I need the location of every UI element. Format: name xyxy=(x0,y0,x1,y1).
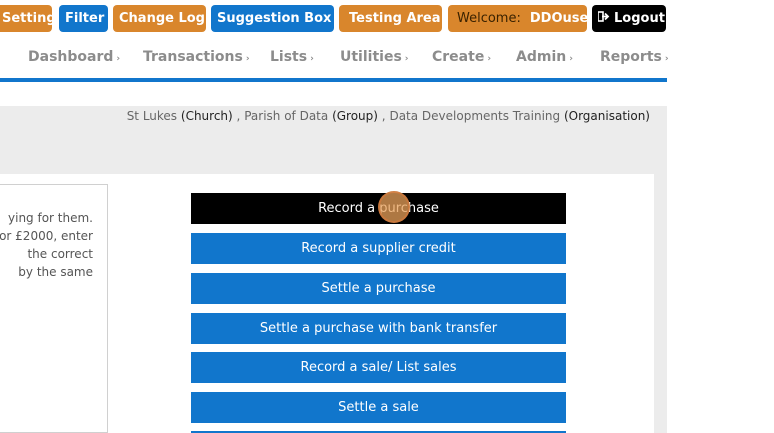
nav-label: Dashboard xyxy=(28,49,114,65)
chevron-right-icon: › xyxy=(116,54,121,64)
nav-reports[interactable]: Reports › xyxy=(600,49,669,65)
change-log-label: Change Log xyxy=(119,11,205,26)
content-area: St Lukes (Church) , Parish of Data (Grou… xyxy=(0,106,667,433)
top-toolbar: Settings Filter Change Log ! Suggestion … xyxy=(0,0,774,38)
username: DDOuser xyxy=(529,11,595,26)
chevron-right-icon: › xyxy=(404,54,409,64)
chevron-right-icon: › xyxy=(664,54,669,64)
settings-button[interactable]: Settings xyxy=(0,5,63,32)
church-name: St Lukes xyxy=(126,109,178,123)
click-indicator xyxy=(378,191,410,223)
help-text-line: by the same xyxy=(18,265,93,279)
filter-label: Filter xyxy=(65,11,105,26)
church-type: (Church) xyxy=(180,109,233,123)
logout-icon xyxy=(597,5,610,32)
nav-label: Create xyxy=(432,49,485,65)
nav-create[interactable]: Create › xyxy=(432,49,491,65)
help-text-line: ying for them. xyxy=(8,211,93,225)
change-log-button[interactable]: Change Log ! xyxy=(113,5,214,32)
org-type: (Organisation) xyxy=(563,109,650,123)
logout-button[interactable]: Logout xyxy=(592,5,666,32)
chevron-right-icon: › xyxy=(569,54,573,64)
settle-purchase-bank-transfer-button[interactable]: Settle a purchase with bank transfer xyxy=(191,313,566,344)
chevron-right-icon: › xyxy=(487,54,492,64)
filter-button[interactable]: Filter xyxy=(59,5,108,32)
church-link[interactable]: St Lukes (Church) xyxy=(127,109,233,123)
nav-transactions[interactable]: Transactions › xyxy=(143,49,250,65)
nav-label: Admin xyxy=(516,49,567,65)
logout-label: Logout xyxy=(614,11,665,26)
help-text-line: the correct xyxy=(27,247,93,261)
welcome-label: Welcome: xyxy=(457,11,521,26)
nav-admin[interactable]: Admin › xyxy=(516,49,573,65)
settings-label: Settings xyxy=(2,11,64,26)
nav-lists[interactable]: Lists › xyxy=(270,49,314,65)
record-sale-button[interactable]: Record a sale/ List sales xyxy=(191,352,566,383)
help-text-box: ying for them. for £2000, enter the corr… xyxy=(0,184,108,433)
main-panel: ying for them. for £2000, enter the corr… xyxy=(0,174,654,433)
nav-utilities[interactable]: Utilities › xyxy=(340,49,409,65)
suggestion-box-label: Suggestion Box xyxy=(217,11,332,26)
nav-label: Lists xyxy=(270,49,308,65)
nav-dashboard[interactable]: Dashboard › xyxy=(28,49,120,65)
nav-label: Utilities xyxy=(340,49,402,65)
chevron-right-icon: › xyxy=(245,54,250,64)
nav-label: Transactions xyxy=(143,49,243,65)
breadcrumb-separator: , xyxy=(236,109,241,123)
group-type: (Group) xyxy=(332,109,378,123)
settle-purchase-button[interactable]: Settle a purchase xyxy=(191,273,566,304)
group-link[interactable]: Parish of Data (Group) xyxy=(244,109,378,123)
nav-underline xyxy=(0,78,667,82)
help-text-line: for £2000, enter xyxy=(0,229,93,243)
settle-sale-button[interactable]: Settle a sale xyxy=(191,392,566,423)
chevron-right-icon: › xyxy=(310,54,314,64)
testing-area-button[interactable]: Testing Area xyxy=(339,5,442,32)
welcome-badge: Welcome: DDOuser xyxy=(448,5,595,32)
group-name: Parish of Data xyxy=(244,109,329,123)
nav-label: Reports xyxy=(600,49,662,65)
main-nav: Dashboard › Transactions › Lists › Utilitie… xyxy=(0,40,669,78)
breadcrumb: St Lukes (Church) , Parish of Data (Grou… xyxy=(127,109,650,123)
record-supplier-credit-button[interactable]: Record a supplier credit xyxy=(191,233,566,264)
testing-area-label: Testing Area xyxy=(349,11,441,26)
org-link[interactable]: Data Developments Training (Organisation… xyxy=(389,109,650,123)
org-name: Data Developments Training xyxy=(389,109,561,123)
breadcrumb-separator: , xyxy=(381,109,386,123)
suggestion-box-button[interactable]: Suggestion Box xyxy=(211,5,347,32)
